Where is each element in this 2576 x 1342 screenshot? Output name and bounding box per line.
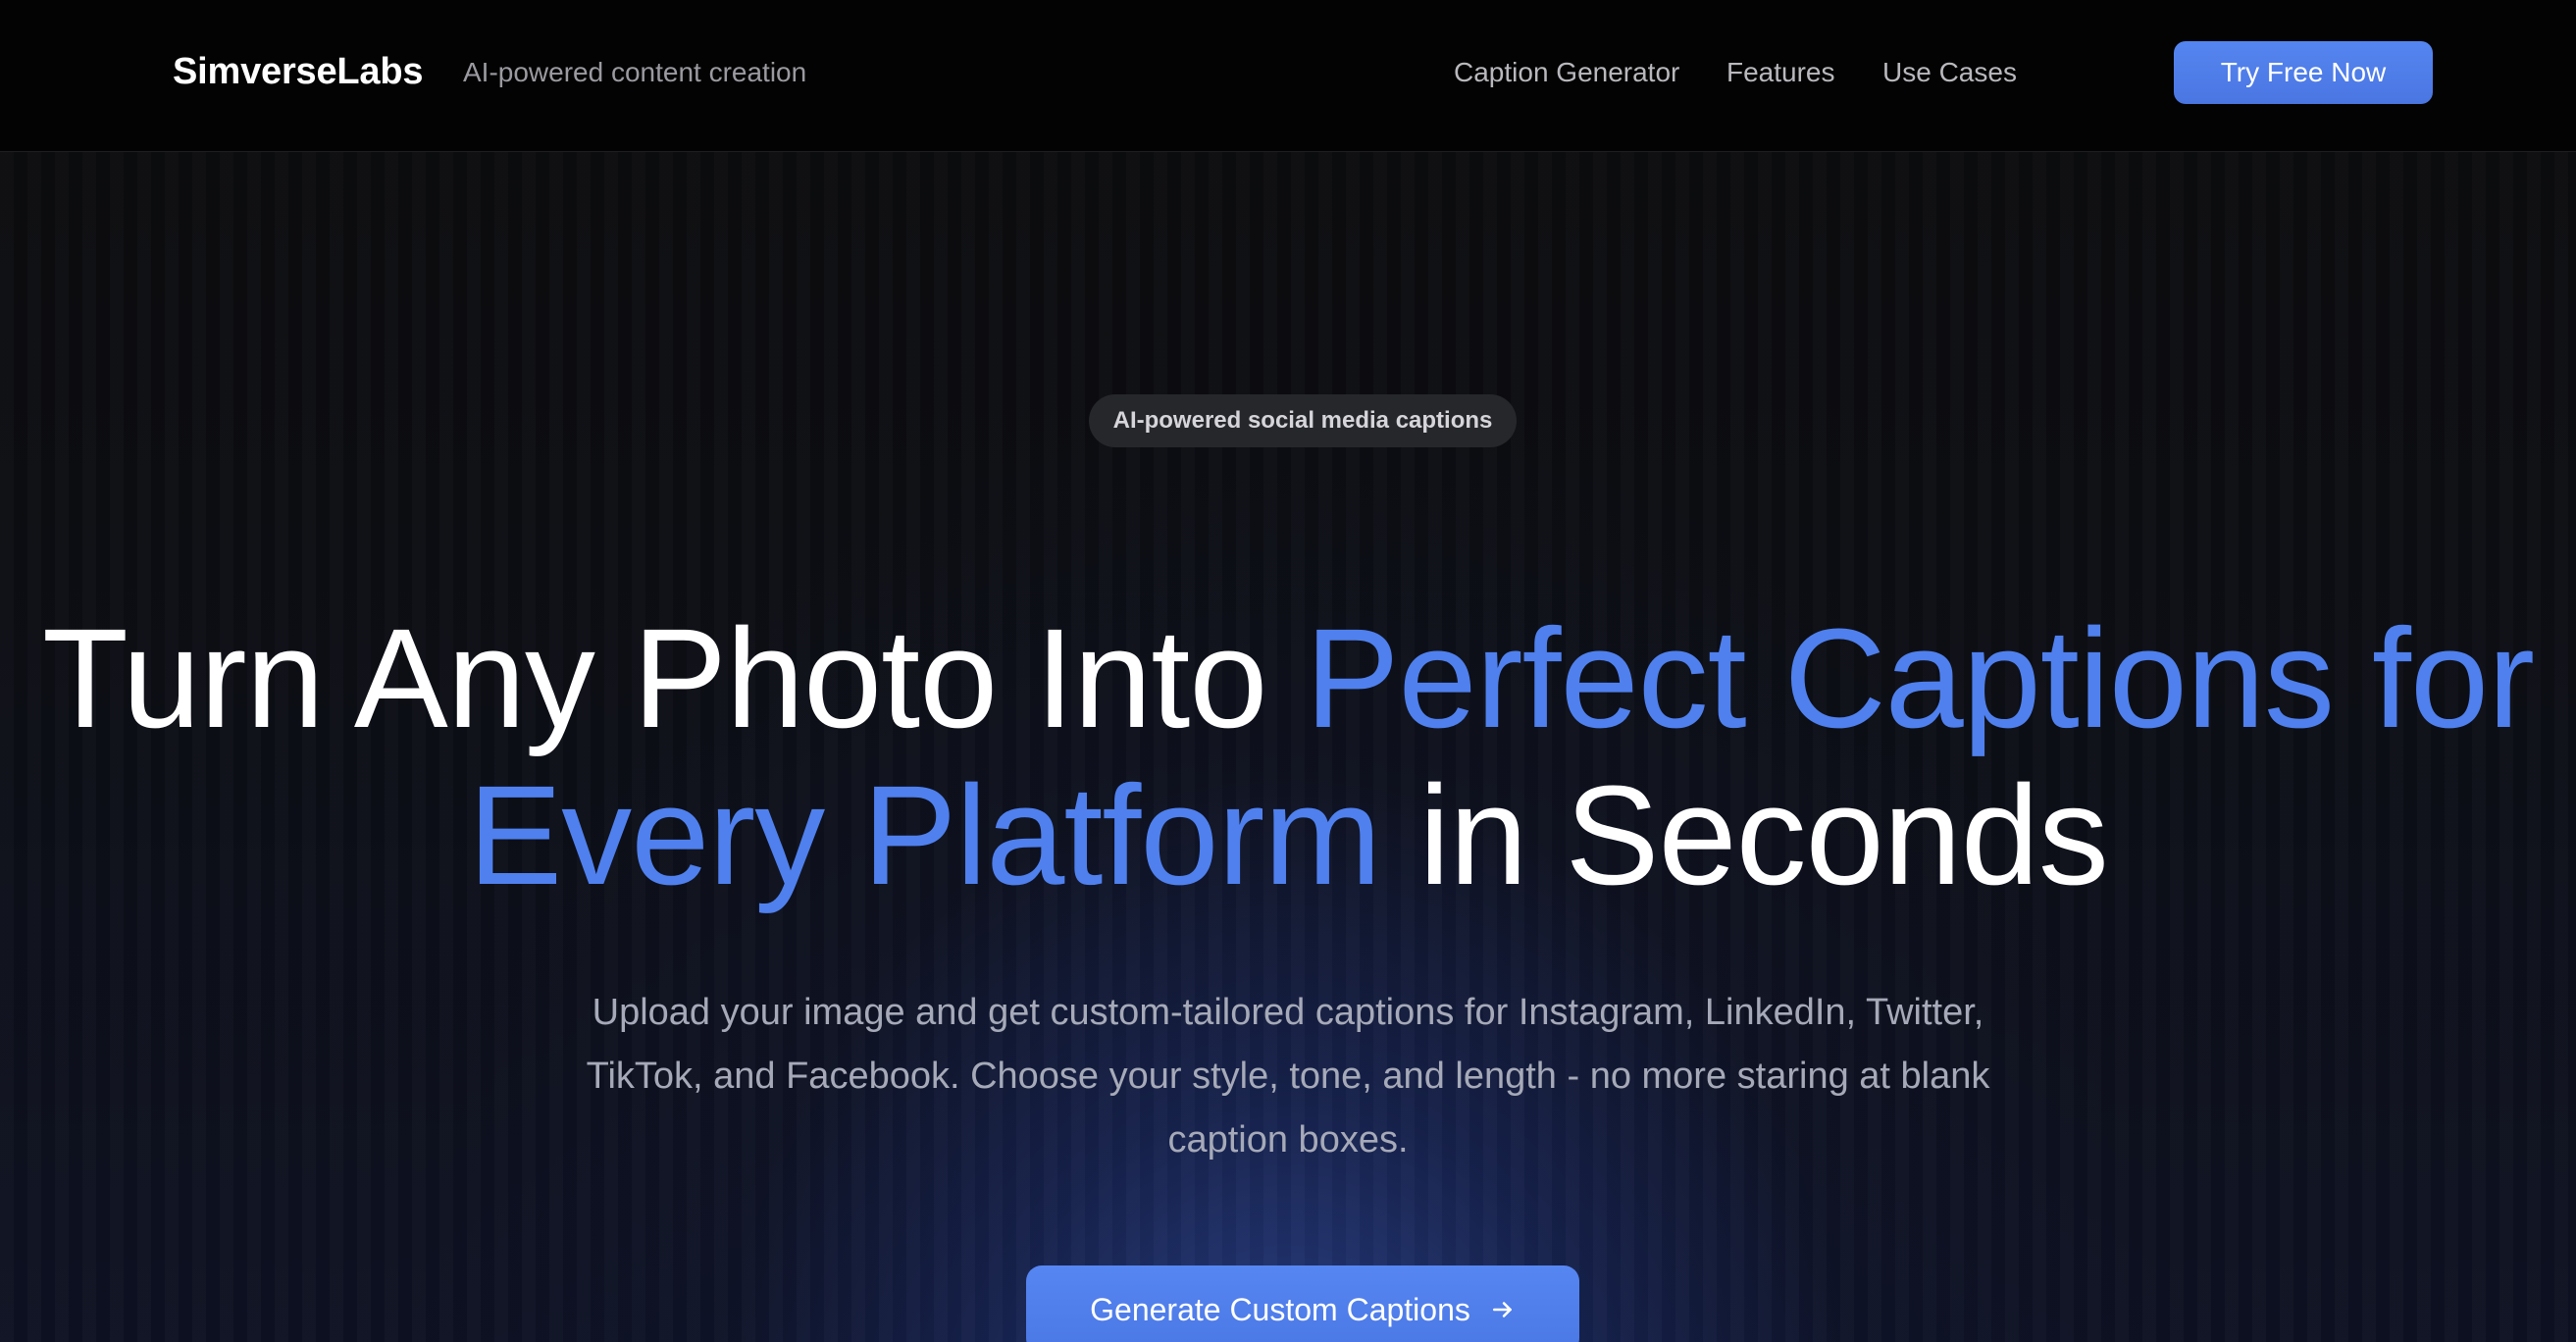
brand-tagline: AI-powered content creation	[463, 57, 807, 87]
landing-page: SimverseLabs AI-powered content creation…	[0, 0, 2576, 1342]
nav-link-features[interactable]: Features	[1726, 57, 1835, 88]
hero-subtitle: Upload your image and get custom-tailore…	[586, 992, 1990, 1161]
generate-captions-button[interactable]: Generate Custom Captions	[1026, 1265, 1579, 1342]
top-nav: SimverseLabs AI-powered content creation…	[0, 0, 2576, 152]
headline-text-2: in Seconds	[1380, 756, 2108, 914]
nav-link-use-cases[interactable]: Use Cases	[1882, 57, 2017, 88]
hero-headline: Turn Any Photo Into Perfect Captions for…	[0, 600, 2576, 914]
nav-link-caption-generator[interactable]: Caption Generator	[1454, 57, 1679, 88]
headline-accent-1: Perfect Captions for	[1305, 599, 2535, 757]
brand-logo[interactable]: SimverseLabs	[173, 51, 424, 93]
headline-accent-2: Every Platform	[468, 756, 1381, 914]
try-free-now-button[interactable]: Try Free Now	[2174, 41, 2433, 104]
headline-text-1: Turn Any Photo Into	[41, 599, 1306, 757]
arrow-right-icon	[1492, 1302, 1512, 1317]
hero-badge: AI-powered social media captions	[1089, 394, 1517, 447]
generate-captions-label: Generate Custom Captions	[1090, 1291, 1470, 1327]
